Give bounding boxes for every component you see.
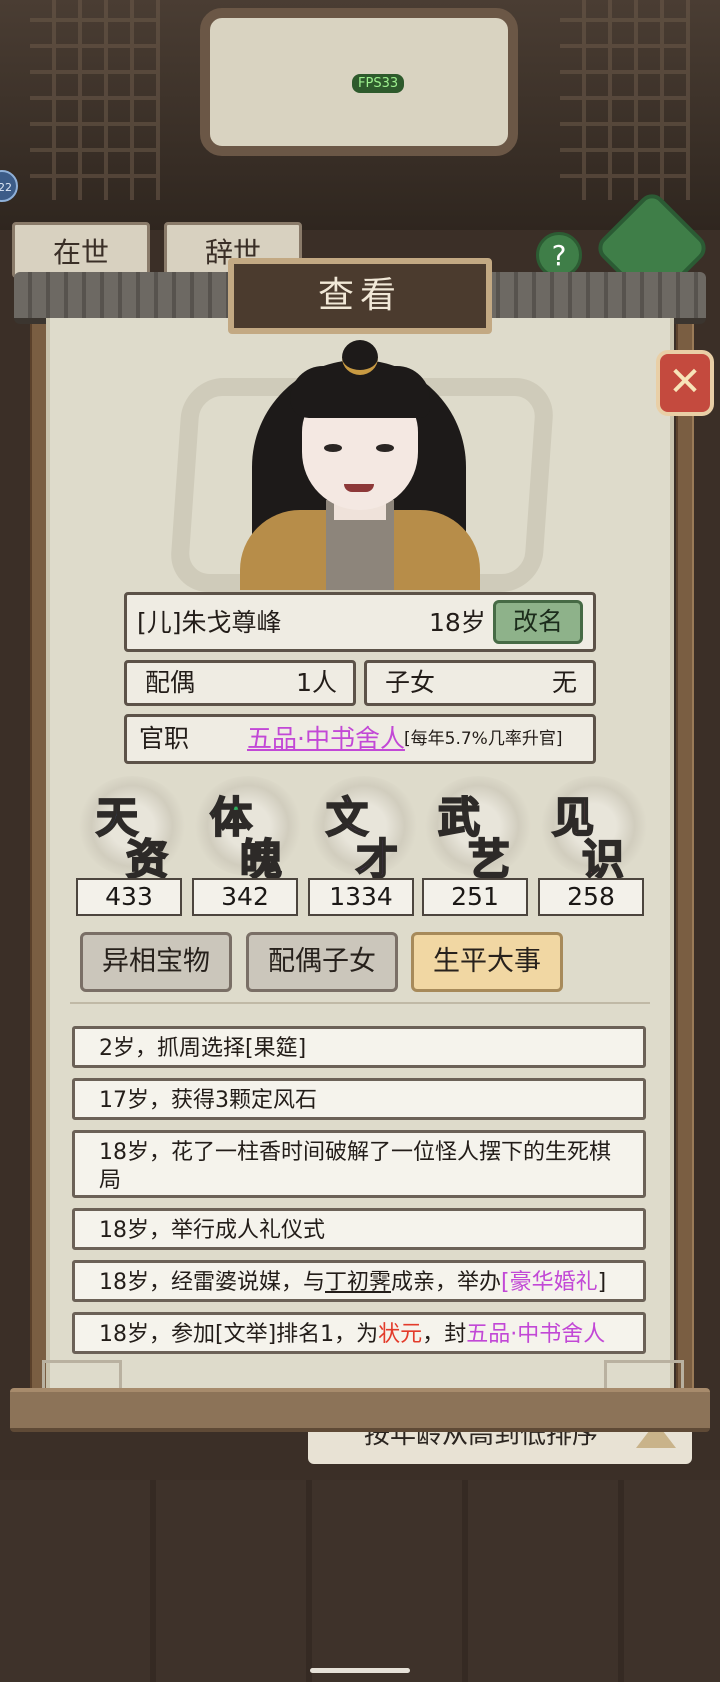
character-age: 18岁	[429, 608, 486, 637]
event-text: 17岁，获得3颗定风石	[99, 1088, 317, 1113]
event-item: 18岁，花了一柱香时间破解了一位怪人摆下的生死棋局	[72, 1130, 646, 1198]
event-text: 成亲，举办	[391, 1270, 502, 1295]
event-text: 18岁，花了一柱香时间破解了一位怪人摆下的生死棋局	[99, 1140, 611, 1193]
physique-value: 342	[192, 878, 298, 916]
rename-button[interactable]: 改名	[493, 600, 583, 644]
tab-spouse-children[interactable]: 配偶子女	[246, 932, 398, 992]
event-text: 18岁，举行成人礼仪式	[99, 1218, 325, 1243]
martial-value: 251	[422, 878, 528, 916]
event-text: 18岁，参加[文举]排名1，为	[99, 1322, 379, 1347]
modal-title: 查看	[228, 258, 492, 334]
event-item: 18岁，经雷婆说媒，与丁初霁成亲，举办[豪华婚礼]	[72, 1260, 646, 1302]
aptitude-value: 433	[76, 878, 182, 916]
scroll-rod-right	[676, 300, 694, 1390]
event-item: 17岁，获得3颗定风石	[72, 1078, 646, 1120]
exam-rank: 状元	[378, 1322, 423, 1347]
scroll-bottom-rod	[10, 1388, 710, 1432]
spouse-name-link[interactable]: 丁初霁	[325, 1270, 391, 1295]
tab-treasures[interactable]: 异相宝物	[80, 932, 232, 992]
children-box[interactable]: 子女 无	[364, 660, 596, 706]
spouse-count: 1人	[296, 668, 337, 697]
office-row: 官职 五品·中书舍人 [每年5.7%几率升官]	[124, 714, 596, 764]
office-title-link[interactable]: 五品·中书舍人	[247, 717, 405, 761]
event-text: 2岁，抓周选择[果筵]	[99, 1036, 307, 1061]
spouse-box[interactable]: 配偶 1人	[124, 660, 356, 706]
character-name: [儿]朱戈尊峰	[137, 608, 282, 637]
window-lattice-left	[30, 0, 160, 200]
divider	[70, 1002, 650, 1004]
wedding-type: [豪华婚礼	[501, 1270, 598, 1295]
event-text: 18岁，经雷婆说媒，与	[99, 1270, 325, 1295]
office-label: 官职	[139, 724, 190, 753]
character-portrait	[230, 340, 490, 590]
children-count: 无	[551, 668, 577, 697]
event-item: 18岁，参加[文举]排名1，为状元，封五品·中书舍人	[72, 1312, 646, 1354]
event-text: ]	[597, 1270, 607, 1295]
tab-life-events[interactable]: 生平大事	[411, 932, 563, 992]
fps-counter: FPS33	[352, 74, 405, 93]
event-text: ，封	[422, 1322, 467, 1347]
home-indicator	[310, 1668, 410, 1673]
spouse-label: 配偶	[145, 668, 196, 697]
floor-background	[0, 1480, 720, 1682]
event-item: 18岁，举行成人礼仪式	[72, 1208, 646, 1250]
tab-alive[interactable]: 在世	[12, 222, 150, 278]
close-icon[interactable]: ✕	[656, 350, 714, 416]
children-label: 子女	[385, 668, 436, 697]
window-lattice-right	[560, 0, 690, 200]
knowledge-value: 258	[538, 878, 644, 916]
granted-title: 五品·中书舍人	[466, 1322, 606, 1347]
event-item: 2岁，抓周选择[果筵]	[72, 1026, 646, 1068]
promotion-chance: [每年5.7%几率升官]	[404, 729, 563, 749]
literacy-value: 1334	[308, 878, 414, 916]
